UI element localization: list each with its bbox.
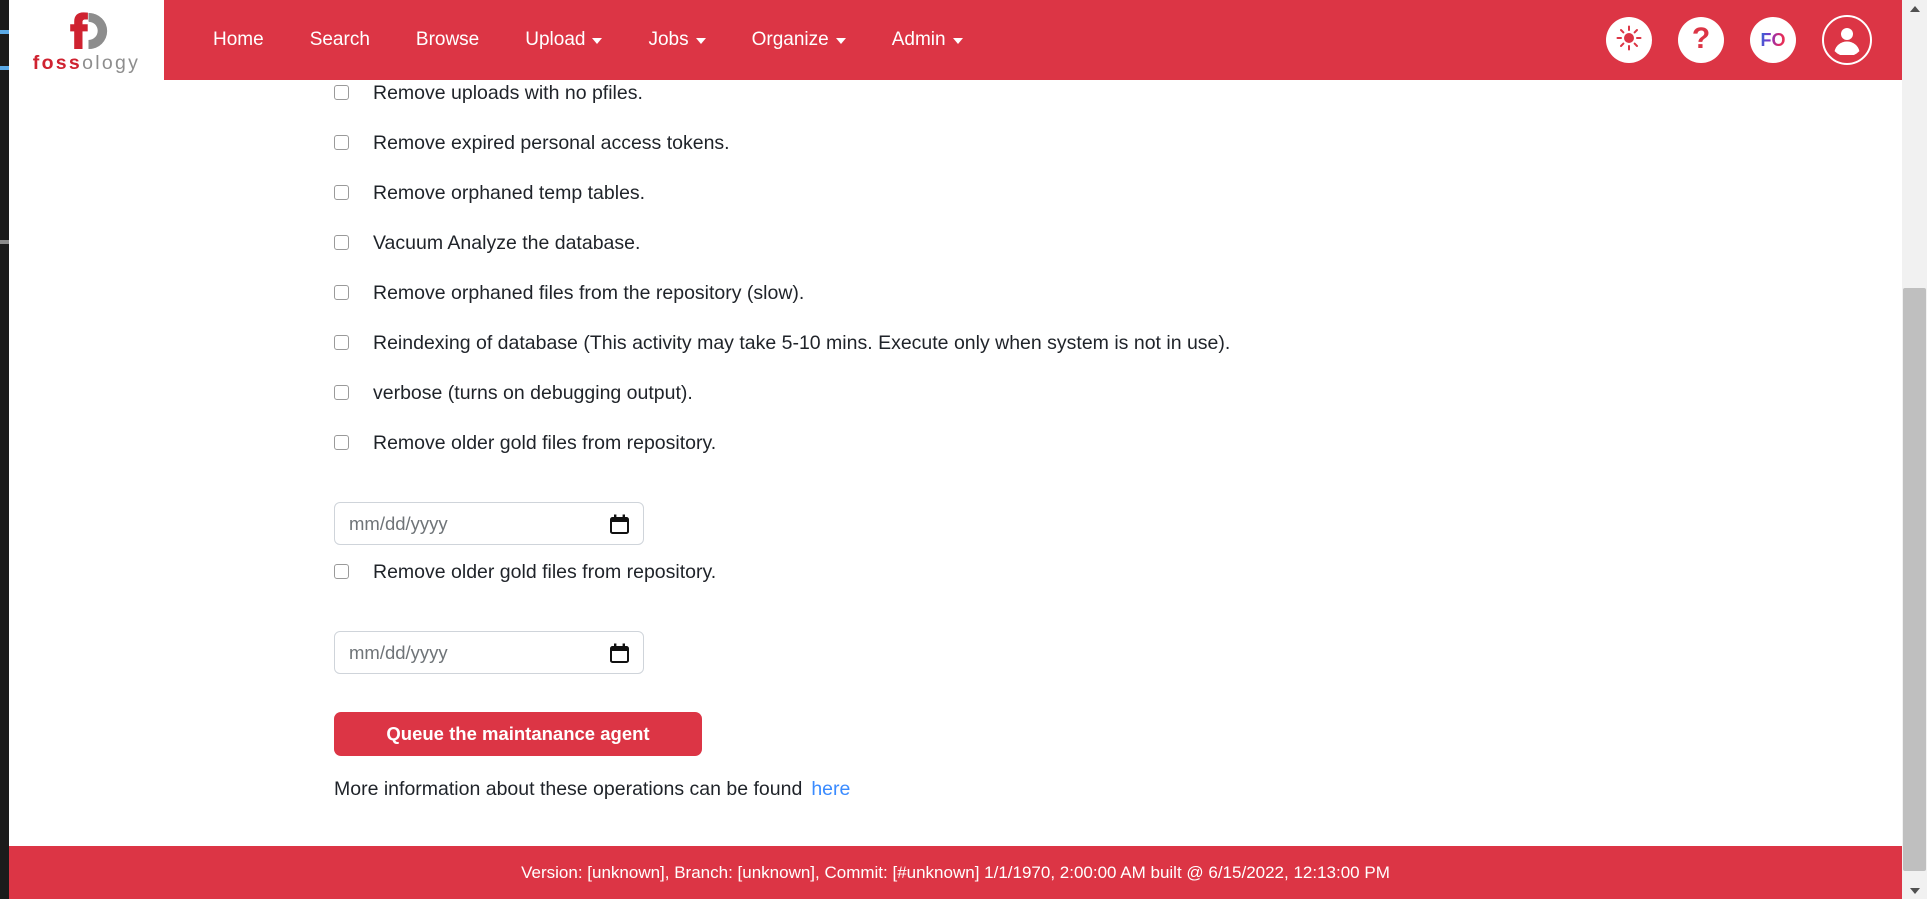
option-row-remove-orphaned-files[interactable]: Remove orphaned files from the repositor… xyxy=(334,280,1902,330)
checkbox-remove-expired-tokens[interactable] xyxy=(334,135,349,150)
user-avatar-icon xyxy=(1830,21,1864,60)
checkbox-remove-uploads-no-pfiles[interactable] xyxy=(334,85,349,100)
option-label: Remove older gold files from repository. xyxy=(373,432,717,454)
maintenance-options-form: Normalize priority Remove uploads with n… xyxy=(9,80,1902,801)
nav-item-organize[interactable]: Organize xyxy=(729,21,869,59)
brand-wordmark: fossology xyxy=(32,51,141,74)
calendar-icon[interactable] xyxy=(610,514,629,534)
version-info-text: Version: [unknown], Branch: [unknown], C… xyxy=(521,862,1390,882)
brand-logo[interactable]: fossology xyxy=(9,0,164,80)
nav-list: Home Search Browse Upload Jobs Organize … xyxy=(190,21,986,59)
checkbox-remove-orphaned-files[interactable] xyxy=(334,285,349,300)
option-row-remove-expired-tokens[interactable]: Remove expired personal access tokens. xyxy=(334,130,1902,180)
triangle-up-icon xyxy=(1909,5,1920,12)
option-label: Vacuum Analyze the database. xyxy=(373,232,641,254)
main-content: Normalize priority Remove uploads with n… xyxy=(9,80,1902,846)
nav-item-upload[interactable]: Upload xyxy=(502,21,625,59)
nav-label: Upload xyxy=(525,29,586,50)
fossology-logo-icon xyxy=(59,9,115,53)
scroll-down-arrow-icon[interactable] xyxy=(1902,882,1927,899)
user-initials-label: FO xyxy=(1760,29,1786,50)
option-row-remove-uploads-no-pfiles[interactable]: Remove uploads with no pfiles. xyxy=(334,80,1902,130)
nav-label: Home xyxy=(213,29,264,50)
date-input-placeholder: mm/dd/yyyy xyxy=(349,512,448,534)
nav-label: Search xyxy=(309,29,370,50)
more-information-link[interactable]: here xyxy=(811,778,850,800)
edge-marker xyxy=(0,30,9,34)
date-input-placeholder: mm/dd/yyyy xyxy=(349,641,448,663)
checkbox-remove-older-gold-files-1[interactable] xyxy=(334,435,349,450)
date-input-1[interactable]: mm/dd/yyyy xyxy=(334,502,644,545)
checkbox-remove-older-gold-files-2[interactable] xyxy=(334,564,349,579)
nav-item-home[interactable]: Home xyxy=(190,21,287,59)
option-label: Remove older gold files from repository. xyxy=(373,561,717,583)
theme-toggle-button[interactable] xyxy=(1606,17,1652,63)
triangle-down-icon xyxy=(1909,887,1920,894)
question-mark-icon: ? xyxy=(1691,22,1711,55)
nav-label: Browse xyxy=(415,29,480,50)
option-label: verbose (turns on debugging output). xyxy=(373,382,693,404)
nav-item-jobs[interactable]: Jobs xyxy=(625,21,728,59)
vertical-scrollbar[interactable] xyxy=(1902,0,1927,899)
option-row-verbose[interactable]: verbose (turns on debugging output). xyxy=(334,380,1902,430)
brand-wordmark-gray: ology xyxy=(82,51,141,74)
checkbox-verbose[interactable] xyxy=(334,385,349,400)
site-header: fossology Home Search Browse Upload Jobs… xyxy=(9,0,1902,80)
option-label: Remove orphaned files from the repositor… xyxy=(373,282,805,304)
user-initials-badge[interactable]: FO xyxy=(1750,17,1796,63)
checkbox-reindex-database[interactable] xyxy=(334,335,349,350)
chevron-down-icon xyxy=(592,38,603,44)
nav-label: Admin xyxy=(891,29,946,50)
option-label: Remove orphaned temp tables. xyxy=(373,182,646,204)
option-row-remove-older-gold-files-2[interactable]: Remove older gold files from repository. xyxy=(334,559,1902,609)
option-row-remove-older-gold-files-1[interactable]: Remove older gold files from repository. xyxy=(334,430,1902,480)
nav-actions: ? FO xyxy=(1606,15,1880,65)
checkbox-vacuum-analyze[interactable] xyxy=(334,235,349,250)
option-label: Reindexing of database (This activity ma… xyxy=(373,332,1231,354)
chevron-down-icon xyxy=(952,38,963,44)
chevron-down-icon xyxy=(695,38,706,44)
nav-item-browse[interactable]: Browse xyxy=(393,21,502,59)
option-label: Remove expired personal access tokens. xyxy=(373,132,730,154)
user-avatar-button[interactable] xyxy=(1822,15,1872,65)
edge-marker xyxy=(0,66,9,70)
nav-label: Organize xyxy=(751,29,829,50)
main-navbar: Home Search Browse Upload Jobs Organize … xyxy=(164,0,1902,80)
edge-marker xyxy=(0,240,9,244)
more-information-line: More information about these operations … xyxy=(334,778,1902,801)
queue-maintenance-agent-button[interactable]: Queue the maintanance agent xyxy=(334,712,702,756)
nav-item-admin[interactable]: Admin xyxy=(869,21,986,59)
option-row-remove-orphaned-temp-tables[interactable]: Remove orphaned temp tables. xyxy=(334,180,1902,230)
option-row-reindex-database[interactable]: Reindexing of database (This activity ma… xyxy=(334,330,1902,380)
nav-item-search[interactable]: Search xyxy=(287,21,393,59)
nav-label: Jobs xyxy=(648,29,689,50)
sun-icon xyxy=(1616,25,1642,56)
option-row-vacuum-analyze[interactable]: Vacuum Analyze the database. xyxy=(334,230,1902,280)
help-button[interactable]: ? xyxy=(1678,17,1724,63)
chevron-down-icon xyxy=(835,38,846,44)
more-information-text: More information about these operations … xyxy=(334,778,803,800)
scroll-up-arrow-icon[interactable] xyxy=(1902,0,1927,17)
option-label: Remove uploads with no pfiles. xyxy=(373,82,643,104)
scrollbar-thumb[interactable] xyxy=(1903,288,1926,871)
brand-wordmark-red: foss xyxy=(32,51,83,74)
calendar-icon[interactable] xyxy=(610,643,629,663)
site-footer: Version: [unknown], Branch: [unknown], C… xyxy=(9,846,1902,899)
window-left-edge xyxy=(0,0,9,899)
checkbox-remove-orphaned-temp-tables[interactable] xyxy=(334,185,349,200)
page-root: fossology Home Search Browse Upload Jobs… xyxy=(0,0,1927,899)
date-input-2[interactable]: mm/dd/yyyy xyxy=(334,631,644,674)
